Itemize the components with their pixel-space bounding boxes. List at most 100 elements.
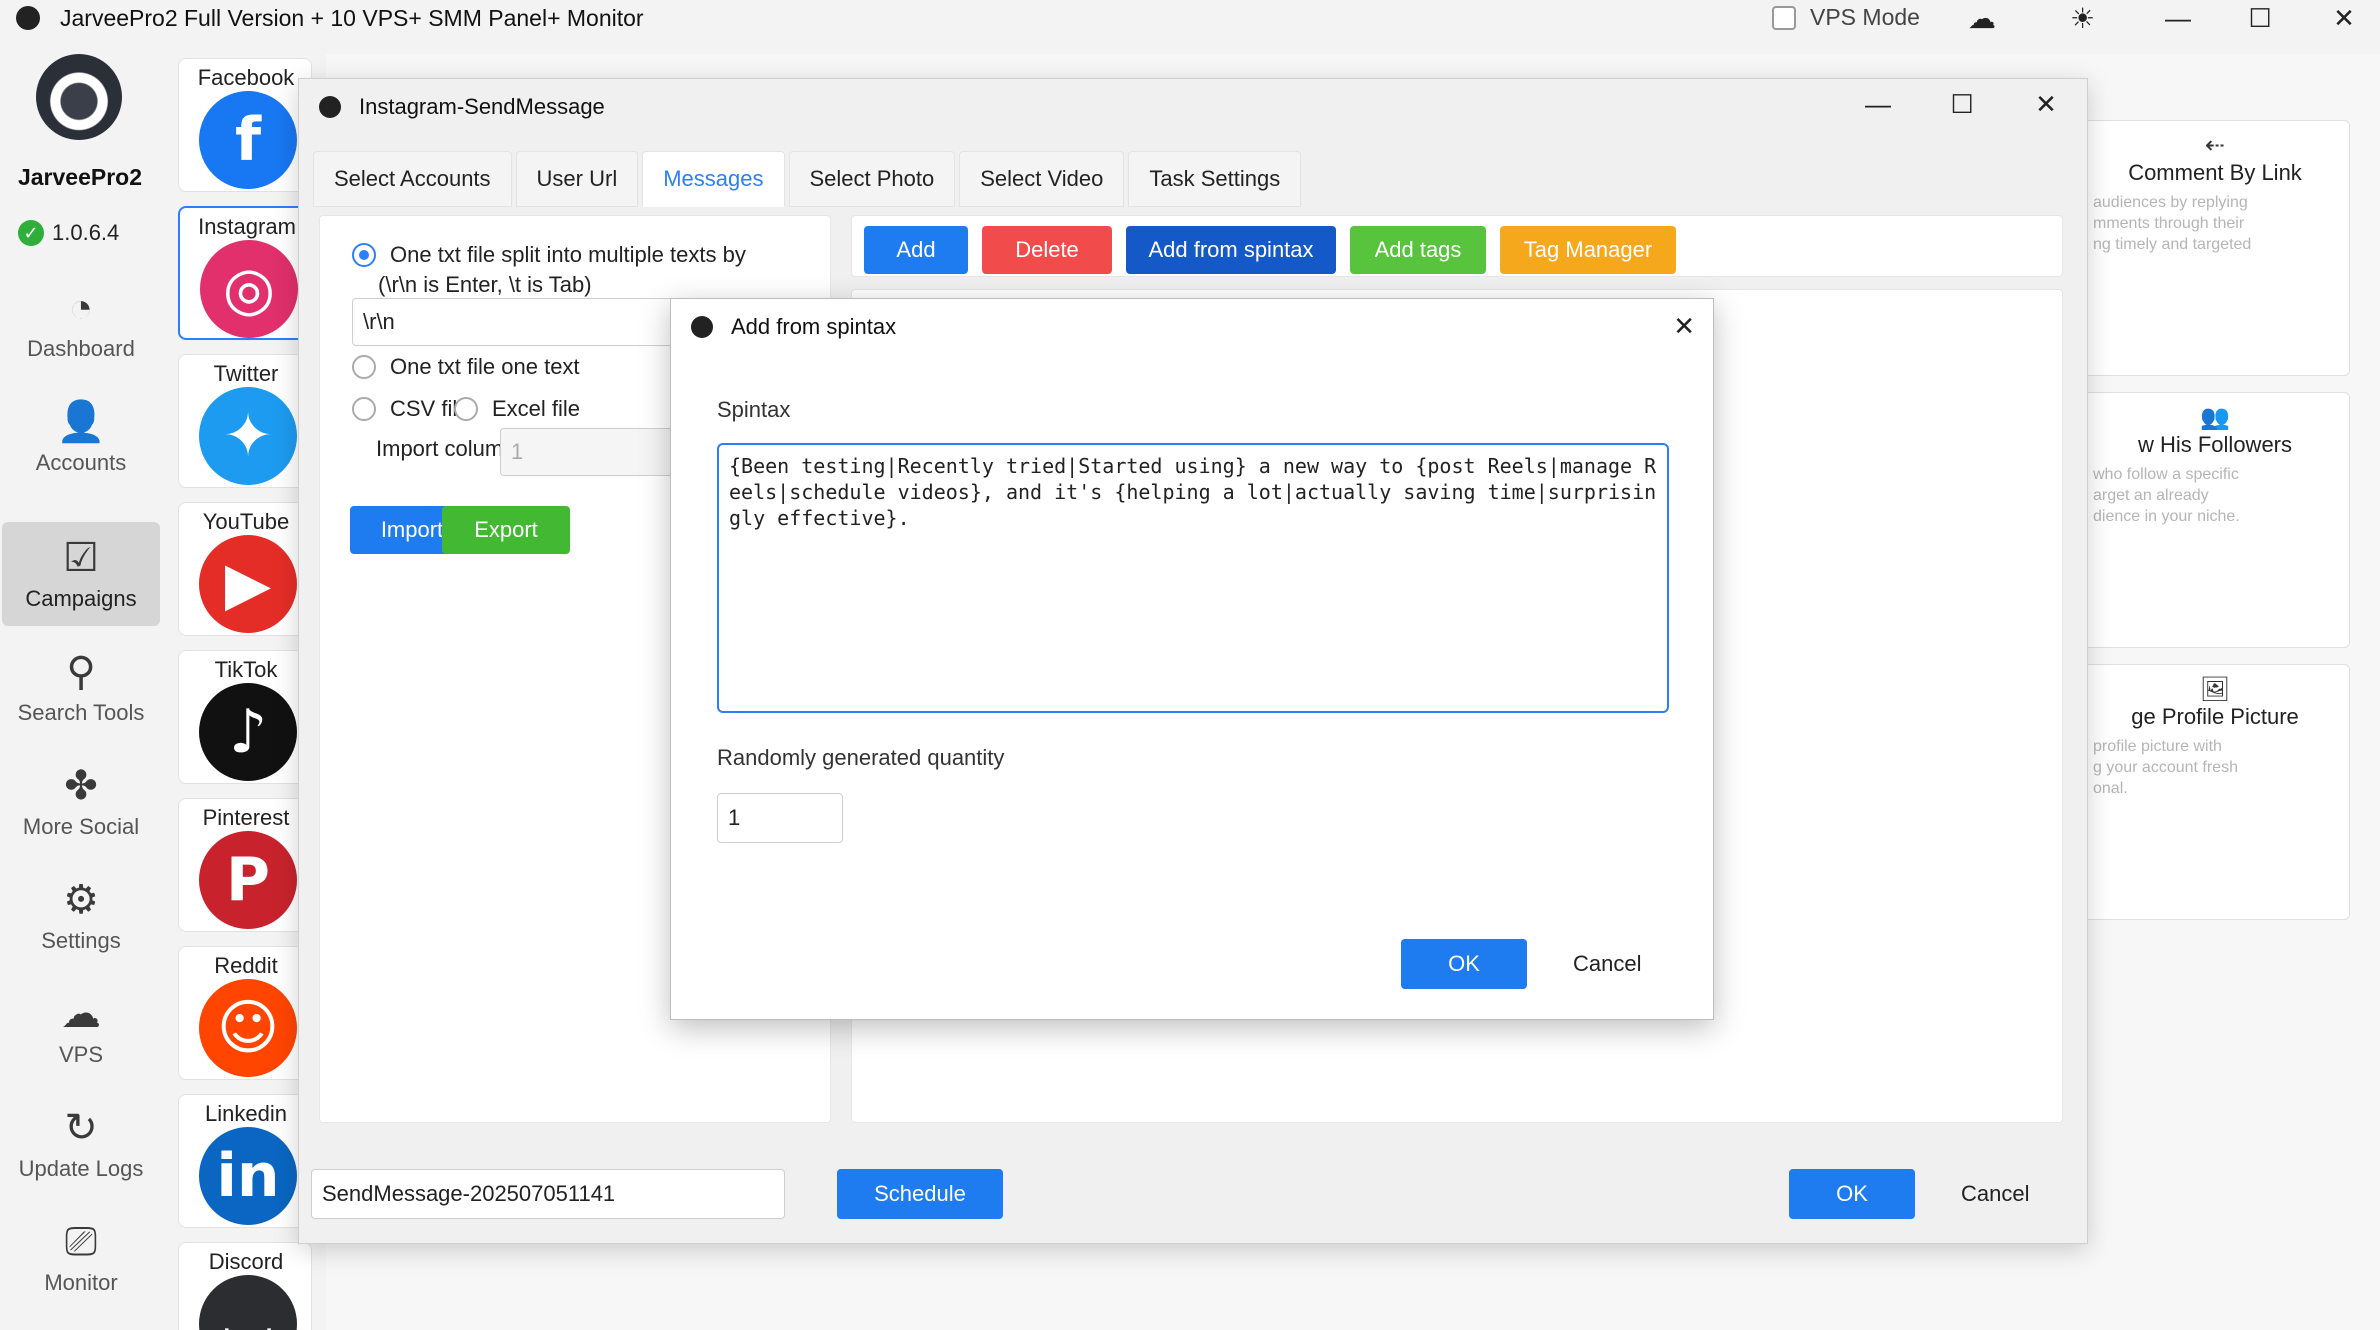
spintax-dialog: Add from spintax ✕ Spintax {Been testing…: [670, 298, 1714, 1020]
tab-select-video[interactable]: Select Video: [959, 151, 1125, 207]
nav-label: Campaigns: [25, 586, 137, 611]
tag-manager-button[interactable]: Tag Manager: [1500, 226, 1676, 274]
nav-search-tools[interactable]: ⚲ Search Tools: [2, 636, 160, 740]
dialog-ok-button[interactable]: OK: [1401, 939, 1527, 989]
option-csv[interactable]: CSV file: [352, 396, 469, 422]
image-icon: 🖼: [2199, 676, 2231, 703]
window-cancel-button[interactable]: Cancel: [1961, 1181, 2029, 1207]
check-icon: ✓: [18, 220, 44, 246]
window-ok-button[interactable]: OK: [1789, 1169, 1915, 1219]
version-badge: ✓ 1.0.6.4: [18, 220, 119, 246]
social-twitter[interactable]: Twitter ✦: [178, 354, 312, 488]
radio-one-text[interactable]: [352, 355, 376, 379]
app-titlebar: JarveePro2 Full Version + 10 VPS+ SMM Pa…: [0, 0, 2380, 36]
tab-user-url[interactable]: User Url: [515, 151, 639, 207]
maximize-icon[interactable]: ☐: [2230, 0, 2290, 36]
cloud-network-icon[interactable]: ☁: [1968, 2, 1996, 35]
export-button[interactable]: Export: [442, 506, 570, 554]
schedule-button[interactable]: Schedule: [837, 1169, 1003, 1219]
window-minimize-icon[interactable]: —: [1853, 89, 1903, 120]
social-tiktok[interactable]: TikTok ♪: [178, 650, 312, 784]
dialog-titlebar: Add from spintax: [671, 299, 1713, 355]
nav-label: Accounts: [35, 450, 127, 475]
window-maximize-icon[interactable]: ☐: [1937, 89, 1987, 120]
add-button[interactable]: Add: [864, 226, 968, 274]
nav-label: Dashboard: [27, 336, 135, 361]
social-facebook[interactable]: Facebook f: [178, 58, 312, 192]
window-close-icon[interactable]: ✕: [2021, 89, 2071, 120]
message-toolbar: Add Delete Add from spintax Add tags Tag…: [851, 215, 2063, 277]
social-label: YouTube: [202, 509, 290, 534]
social-instagram[interactable]: Instagram ◎: [178, 206, 312, 340]
campaign-card-comment-by-link[interactable]: ⇠ Comment By Link audiences by replying …: [2080, 120, 2350, 376]
add-from-spintax-button[interactable]: Add from spintax: [1126, 226, 1336, 274]
nav-label: Settings: [41, 928, 121, 953]
social-label: Reddit: [214, 953, 278, 978]
card-desc: profile picture with g your account fres…: [2093, 738, 2238, 797]
window-title: Instagram-SendMessage: [359, 94, 605, 119]
vps-mode-label: VPS Mode: [1810, 4, 1920, 30]
nav-accounts[interactable]: 👤 Accounts: [2, 386, 160, 490]
version-text: 1.0.6.4: [52, 220, 120, 245]
add-tags-button[interactable]: Add tags: [1350, 226, 1486, 274]
nav-monitor[interactable]: ⎚ Monitor: [2, 1206, 160, 1310]
sidebar: JarveePro2 ✓ 1.0.6.4 ◔ Dashboard 👤 Accou…: [0, 36, 168, 1330]
youtube-icon: ▶: [199, 535, 297, 633]
pinterest-icon: P: [199, 831, 297, 929]
dialog-logo-icon: [691, 316, 713, 338]
nav-label: Update Logs: [18, 1156, 144, 1181]
instagram-icon: ◎: [200, 240, 298, 338]
nav-campaigns[interactable]: ☑ Campaigns: [2, 522, 160, 626]
minimize-icon[interactable]: —: [2148, 0, 2208, 36]
option-split-file[interactable]: One txt file split into multiple texts b…: [352, 242, 746, 268]
discord-icon: ◡: [199, 1275, 297, 1330]
radio-excel[interactable]: [454, 397, 478, 421]
tab-messages[interactable]: Messages: [642, 151, 785, 207]
nav-dashboard[interactable]: ◔ Dashboard: [2, 272, 160, 376]
social-reddit[interactable]: Reddit ☺: [178, 946, 312, 1080]
campaigns-icon: ☑: [63, 536, 99, 580]
nav-more-social[interactable]: ✤ More Social: [2, 750, 160, 854]
option-label: One txt file one text: [390, 354, 580, 379]
nav-update-logs[interactable]: ↻ Update Logs: [2, 1092, 160, 1196]
option-one-text[interactable]: One txt file one text: [352, 354, 580, 380]
radio-csv[interactable]: [352, 397, 376, 421]
tab-task-settings[interactable]: Task Settings: [1128, 151, 1302, 207]
twitter-icon: ✦: [199, 387, 297, 485]
spintax-textarea[interactable]: {Been testing|Recently tried|Started usi…: [717, 443, 1669, 713]
facebook-icon: f: [199, 91, 297, 189]
brand-name: JarveePro2: [17, 164, 143, 190]
tab-select-photo[interactable]: Select Photo: [788, 151, 956, 207]
quantity-input[interactable]: 1: [717, 793, 843, 843]
vps-mode-checkbox[interactable]: [1772, 5, 1796, 30]
nav-label: More Social: [22, 814, 140, 839]
nav-vps[interactable]: ☁ VPS: [2, 978, 160, 1082]
social-label: Instagram: [198, 214, 296, 239]
option-excel[interactable]: Excel file: [454, 396, 580, 422]
window-titlebar: Instagram-SendMessage: [299, 79, 2087, 135]
card-desc: audiences by replying mments through the…: [2093, 194, 2252, 253]
nav-settings[interactable]: ⚙ Settings: [2, 864, 160, 968]
option-label: Excel file: [492, 396, 581, 421]
task-name-input[interactable]: SendMessage-202507051141: [311, 1169, 785, 1219]
spintax-label: Spintax: [717, 397, 791, 422]
delete-button[interactable]: Delete: [982, 226, 1112, 274]
social-pinterest[interactable]: Pinterest P: [178, 798, 312, 932]
dialog-close-icon[interactable]: ✕: [1673, 311, 1695, 342]
vps-mode-toggle[interactable]: VPS Mode: [1772, 4, 1920, 31]
window-footer: SendMessage-202507051141 Schedule OK Can…: [299, 1139, 2087, 1245]
campaign-card-follow-followers[interactable]: 👥 w His Followers who follow a specific …: [2080, 392, 2350, 648]
radio-split-file[interactable]: [352, 243, 376, 267]
tab-select-accounts[interactable]: Select Accounts: [313, 151, 512, 207]
dialog-cancel-button[interactable]: Cancel: [1573, 951, 1641, 977]
tiktok-icon: ♪: [199, 683, 297, 781]
theme-sun-icon[interactable]: ☀: [2070, 2, 2095, 35]
window-logo-icon: [319, 96, 341, 118]
social-linkedin[interactable]: Linkedin in: [178, 1094, 312, 1228]
linkedin-icon: in: [199, 1127, 297, 1225]
campaign-card-profile-picture[interactable]: 🖼 ge Profile Picture profile picture wit…: [2080, 664, 2350, 920]
social-youtube[interactable]: YouTube ▶: [178, 502, 312, 636]
social-discord[interactable]: Discord ◡: [178, 1242, 312, 1330]
brand-logo: [36, 54, 122, 140]
close-icon[interactable]: ✕: [2314, 0, 2374, 36]
